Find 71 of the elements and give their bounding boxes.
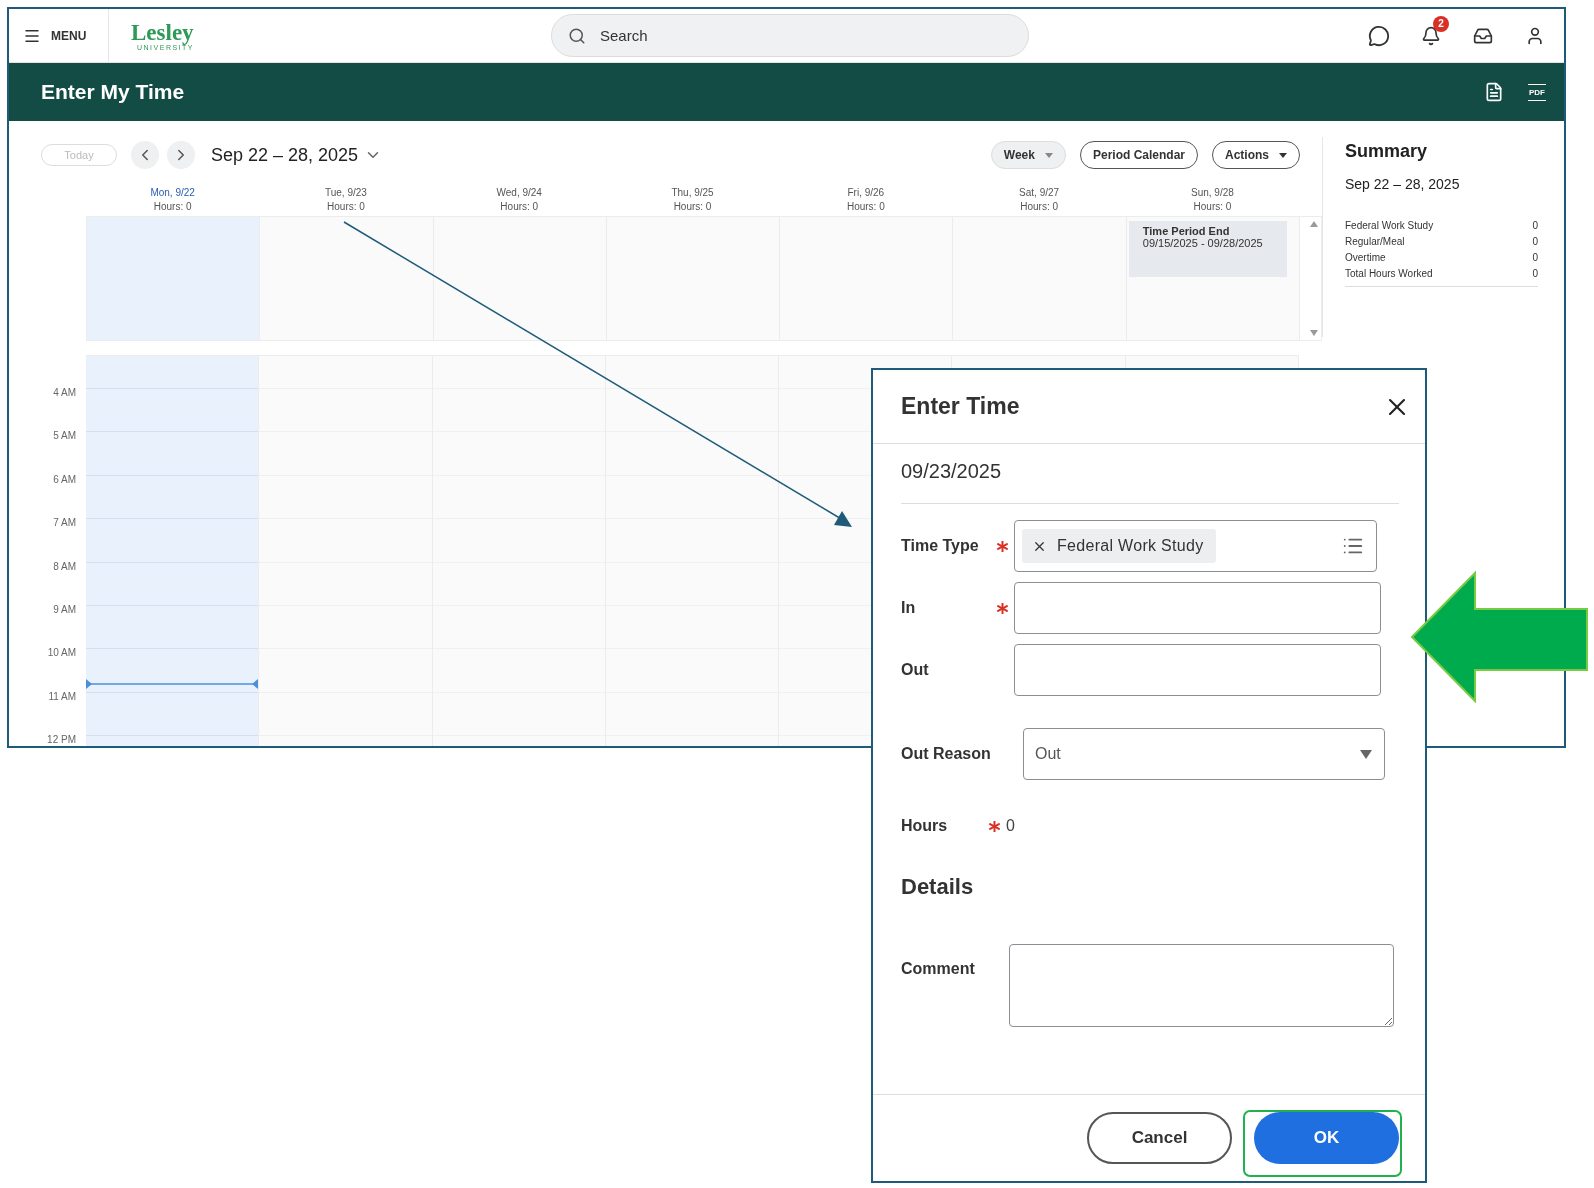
calendar-event[interactable]: Time Period End 09/15/2025 - 09/28/2025 [1128, 221, 1288, 277]
hours-value: 0 [1006, 817, 1015, 835]
search-icon [568, 26, 586, 45]
actions-dropdown[interactable]: Actions [1212, 141, 1300, 169]
search-field[interactable]: Search [551, 14, 1029, 57]
summary-label: Overtime [1345, 251, 1386, 265]
comment-field[interactable] [1009, 944, 1394, 1027]
summary-label: Federal Work Study [1345, 219, 1434, 233]
day-label: Tue, 9/23 [325, 186, 367, 200]
summary-label: Regular/Meal [1345, 235, 1405, 249]
day-hours: Hours: 0 [153, 200, 192, 214]
field-label: Time Type [901, 537, 979, 555]
day-hours: Hours: 0 [673, 200, 712, 214]
time-input[interactable] [1014, 582, 1381, 634]
summary-title: Summary [1345, 141, 1429, 162]
selected-chip: Federal Work Study [1022, 529, 1216, 563]
summary-value: 0 [1532, 251, 1538, 265]
dialog-date: 09/23/2025 [901, 444, 1399, 504]
document-icon[interactable] [1484, 82, 1504, 102]
previous-button[interactable] [131, 141, 159, 169]
hour-label: 5 AM [52, 430, 77, 444]
search-input[interactable]: Search [598, 26, 1028, 45]
view-dropdown[interactable]: Week [990, 141, 1066, 169]
day-hours: Hours: 0 [1020, 200, 1059, 214]
period-calendar-button[interactable]: Period Calendar [1079, 141, 1198, 169]
hour-label: 10 AM [46, 647, 77, 661]
hour-label: 9 AM [52, 603, 77, 617]
menu-button[interactable]: MENU [9, 9, 109, 62]
hour-label: 4 AM [52, 387, 77, 400]
time-input[interactable] [1014, 644, 1381, 696]
day-label: Wed, 9/24 [496, 186, 542, 200]
dropdown-icon [1360, 749, 1372, 759]
chat-icon[interactable] [1368, 24, 1390, 47]
summary-value: 0 [1532, 235, 1538, 249]
time-type-field[interactable]: Federal Work Study [1014, 520, 1377, 572]
field-label: Out Reason [901, 745, 991, 763]
summary-range: Sep 22 – 28, 2025 [1345, 176, 1461, 192]
logo-wordmark: Lesley [131, 20, 194, 44]
hour-label: 11 AM [47, 690, 77, 704]
bell-icon[interactable] [1421, 25, 1441, 46]
field-label: Out [901, 661, 929, 679]
summary-value: 0 [1532, 219, 1538, 233]
day-label: Sun, 9/28 [1191, 186, 1234, 200]
section-heading: Details [901, 874, 975, 900]
day-hours: Hours: 0 [500, 200, 539, 214]
hour-label: 12 PM [46, 734, 77, 746]
field-label: In [901, 599, 916, 617]
notification-badge: 2 [1433, 15, 1449, 32]
day-label: Sat, 9/27 [1019, 186, 1060, 200]
day-hours: Hours: 0 [327, 200, 365, 214]
dialog-title: Enter Time [901, 393, 1020, 420]
day-hours: Hours: 0 [1193, 200, 1232, 214]
day-label: Thu, 9/25 [671, 186, 714, 200]
cancel-button[interactable]: Cancel [1087, 1112, 1232, 1164]
ok-button[interactable]: OK [1254, 1112, 1399, 1164]
hour-label: 6 AM [52, 473, 77, 487]
field-label: Comment [901, 960, 975, 978]
day-label: Mon, 9/22 [150, 186, 195, 200]
day-hours: Hours: 0 [846, 200, 885, 214]
next-button[interactable] [167, 141, 195, 169]
out-reason-select[interactable]: Out [1023, 728, 1385, 780]
day-label: Fri, 9/26 [847, 186, 885, 200]
page-title: Enter My Time [41, 80, 186, 104]
hour-label: 8 AM [52, 560, 77, 574]
field-label: Hours [901, 817, 948, 835]
hour-label: 7 AM [52, 517, 77, 531]
scroll-down-icon[interactable] [1310, 330, 1318, 336]
summary-label: Total Hours Worked [1345, 267, 1433, 281]
scroll-up-icon[interactable] [1310, 221, 1318, 227]
summary-value: 0 [1532, 267, 1538, 281]
date-range-button[interactable]: Sep 22 – 28, 2025 [203, 144, 383, 166]
